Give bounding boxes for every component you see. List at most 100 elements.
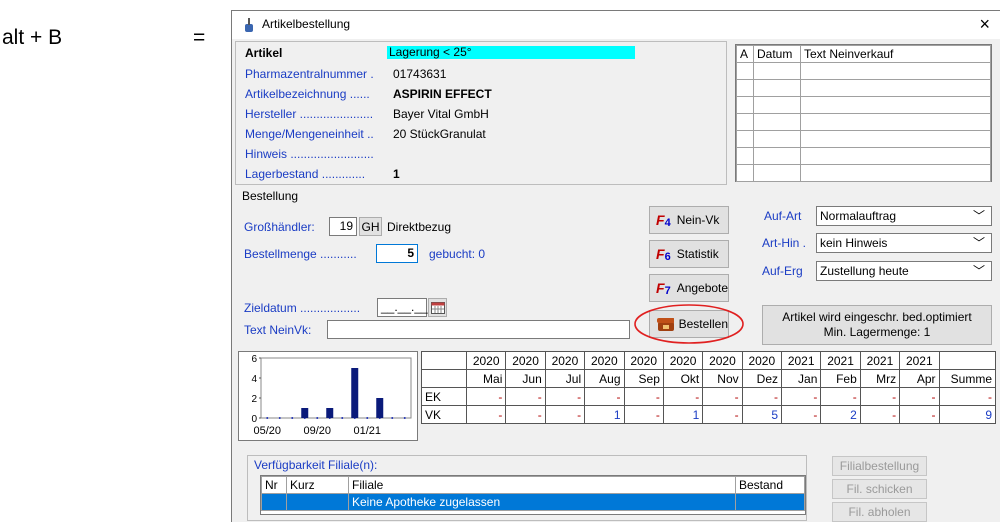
vk-label: VK [421,405,467,424]
result-type-value: Zustellung heute [820,264,909,278]
month-header: Okt [662,369,704,388]
vk-cell: 1 [662,405,704,424]
branch-table[interactable]: Nr Kurz Filiale Bestand Keine Apotheke z… [260,475,806,515]
article-section-label: Artikel [245,46,283,60]
vk-cell: - [859,405,901,424]
y-tick-label: 6 [251,354,257,365]
ek-cell: - [702,387,743,406]
hint-type-select[interactable]: kein Hinweis ﹀ [816,233,992,253]
calendar-icon [430,301,445,314]
target-date-label: Zieldatum .................. [244,301,361,315]
chart-bar [351,368,359,418]
app-icon [245,18,253,32]
month-header: Apr [899,369,940,388]
text-neinvk-label: Text NeinVk: [244,323,312,337]
branch-header-filiale: Filiale [348,476,736,494]
close-icon[interactable]: × [979,14,990,34]
y-tick-label: 2 [251,394,257,405]
baseline-dot [278,417,281,419]
result-type-label: Auf-Erg [762,264,803,278]
ek-cell: - [584,387,625,406]
ek-cell: - [741,387,783,406]
pzn-value: 01743631 [393,67,447,81]
name-value: ASPIRIN EFFECT [393,87,492,101]
wholesaler-lookup-button[interactable]: GH [359,217,382,236]
title-bar: Artikelbestellung × [232,11,1000,39]
stats-corner [421,351,467,370]
shortcut-annotation: alt + B [2,26,63,49]
f7-key-icon: F [656,280,665,296]
text-neinvk-input[interactable] [327,320,630,339]
branch-send-button[interactable]: Fil. schicken [832,479,927,499]
statistics-table: 2020 2020 2020 2020 2020 2020 2020 2020 2021 2021… [421,351,996,424]
sales-chart-svg: 6 4 2 005/20 09/20 01/21 [251,354,412,437]
statistik-label: Statistik [676,247,719,261]
year-header: 2020 [702,351,743,370]
note-label: Hinweis ......................... [245,147,374,161]
result-type-select[interactable]: Zustellung heute ﹀ [816,261,992,281]
optimization-line2: Min. Lagermenge: 1 [823,325,931,339]
f6-number: 6 [664,251,671,263]
f7-number: 7 [664,285,671,297]
f4-key-icon: F [656,212,665,228]
year-header: 2020 [505,351,546,370]
vk-cell: 1 [584,405,625,424]
optimization-info-button[interactable]: Artikel wird eingeschr. bed.optimiert Mi… [762,305,992,345]
amount-input[interactable]: 5 [376,244,418,263]
branch-availability-panel: Verfügbarkeit Filiale(n): Nr Kurz Filial… [247,455,807,521]
angebote-button[interactable]: F7 Angebote [649,274,729,302]
vk-cell: 5 [741,405,783,424]
baseline-dot [403,417,406,419]
calendar-button[interactable] [428,298,447,317]
chart-bar [376,398,384,418]
nein-vk-button[interactable]: F4 Nein-Vk [649,206,729,234]
branch-order-button[interactable]: Filialbestellung [832,456,927,476]
y-tick-label: 4 [251,374,257,385]
branch-row-text: Keine Apotheke zugelassen [348,493,736,511]
vk-cell: - [544,405,586,424]
manufacturer-value: Bayer Vital GmbH [393,107,489,121]
y-tick-label: 0 [251,414,257,425]
history-header-a: A [736,45,754,63]
month-header: Mai [465,369,507,388]
f4-number: 4 [664,217,671,229]
baseline-dot [291,417,294,419]
booked-label: gebucht: 0 [429,247,486,261]
ek-cell: - [859,387,901,406]
f6-key-icon: F [656,246,665,262]
order-type-label: Auf-Art [764,209,802,223]
statistik-button[interactable]: F6 Statistik [649,240,729,268]
x-tick-label: 05/20 [253,425,281,437]
amount-label: Bestellmenge ........... [244,247,357,261]
wholesaler-number-input[interactable]: 19 [329,217,357,236]
ek-cell: - [544,387,586,406]
branch-row[interactable]: Keine Apotheke zugelassen [261,493,805,511]
baseline-dot [316,417,319,419]
history-table[interactable]: A Datum Text Neinverkauf [735,44,992,182]
month-header: Jul [544,369,586,388]
order-type-select[interactable]: Normalauftrag ﹀ [816,206,992,226]
vk-cell: 9 [938,405,996,424]
wholesaler-label: Großhändler: [244,220,315,234]
baseline-dot [391,417,394,419]
vk-cell: - [465,405,507,424]
year-header: 2020 [741,351,783,370]
year-header: 2021 [899,351,940,370]
angebote-label: Angebote [676,281,729,295]
branch-fetch-button[interactable]: Fil. abholen [832,502,927,522]
year-header: 2021 [820,351,861,370]
stock-value: 1 [393,167,400,181]
sum-header: Summe [938,369,996,388]
history-header-date: Datum [753,45,801,63]
hint-type-value: kein Hinweis [820,236,888,250]
ek-cell: - [820,387,861,406]
baseline-dot [341,417,344,419]
target-date-input[interactable]: __.__.__ [377,298,428,317]
vk-cell: - [623,405,664,424]
chevron-down-icon: ﹀ [972,236,985,250]
year-header: 2020 [662,351,704,370]
plot-area [260,357,412,419]
year-header: 2020 [584,351,625,370]
month-header: Feb [820,369,861,388]
chart-bar [301,408,309,418]
